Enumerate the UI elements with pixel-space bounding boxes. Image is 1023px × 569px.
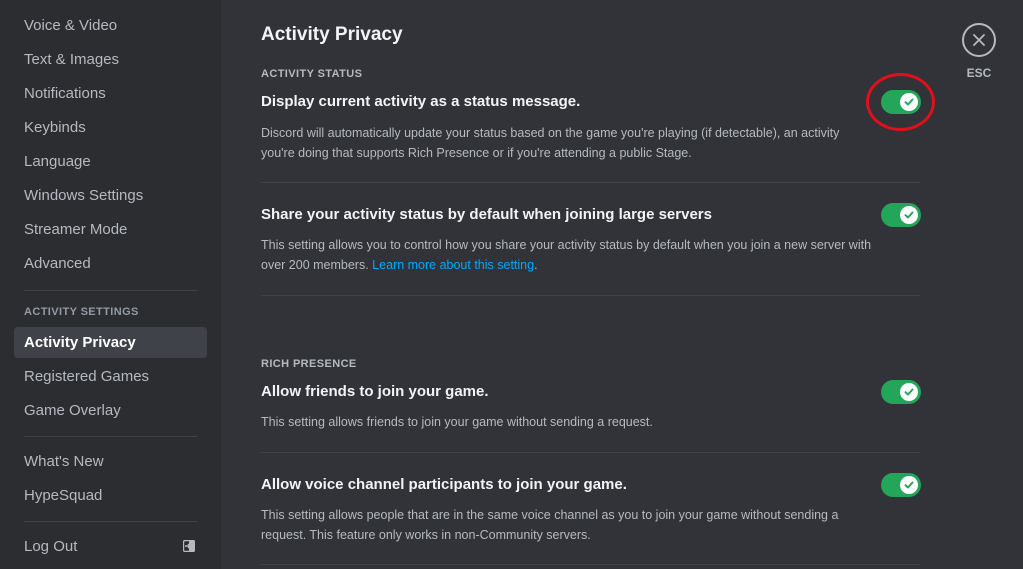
sidebar-item-activity-privacy[interactable]: Activity Privacy: [14, 327, 207, 358]
setting-title-voice-join: Allow voice channel participants to join…: [261, 476, 627, 493]
toggle-knob: [900, 383, 918, 401]
sidebar-item-label: Text & Images: [24, 51, 120, 68]
setting-title-share-activity: Share your activity status by default wh…: [261, 206, 712, 223]
sidebar-item-text-images[interactable]: Text & Images: [14, 44, 207, 75]
sidebar-item-advanced[interactable]: Advanced: [14, 248, 207, 279]
share-activity-toggle[interactable]: [881, 203, 921, 227]
section-header-rich-presence: RICH PRESENCE: [261, 358, 357, 370]
setting-title-display-activity: Display current activity as a status mes…: [261, 93, 581, 110]
sidebar-item-label: Windows Settings: [24, 187, 144, 204]
sidebar-item-label: Log Out: [24, 538, 78, 555]
sidebar-section-header: ACTIVITY SETTINGS: [24, 306, 139, 318]
checkmark-icon: [904, 481, 914, 489]
friends-join-toggle[interactable]: [881, 380, 921, 404]
sidebar-item-language[interactable]: Language: [14, 146, 207, 177]
sidebar-item-whats-new[interactable]: What's New: [14, 446, 207, 477]
toggle-knob: [900, 476, 918, 494]
setting-title-friends-join: Allow friends to join your game.: [261, 383, 489, 400]
sidebar-item-label: Activity Privacy: [24, 334, 136, 351]
sidebar-divider: [24, 521, 197, 522]
setting-divider: [261, 182, 920, 183]
sidebar-item-label: Language: [24, 153, 91, 170]
sidebar-item-registered-games[interactable]: Registered Games: [14, 361, 207, 392]
sidebar-item-label: Advanced: [24, 255, 91, 272]
sidebar-divider: [24, 436, 197, 437]
settings-sidebar: Voice & Video Text & Images Notification…: [0, 0, 221, 569]
setting-desc-display-activity: Discord will automatically update your s…: [261, 126, 840, 160]
sidebar-item-voice-video[interactable]: Voice & Video: [14, 10, 207, 41]
checkmark-icon: [904, 388, 914, 396]
setting-desc-voice-join: This setting allows people that are in t…: [261, 508, 839, 542]
sidebar-item-label: Registered Games: [24, 368, 150, 385]
checkmark-icon: [904, 98, 914, 106]
setting-desc-share-activity: This setting allows you to control how y…: [261, 238, 872, 272]
checkmark-icon: [904, 211, 914, 219]
sidebar-item-keybinds[interactable]: Keybinds: [14, 112, 207, 143]
sidebar-divider: [24, 290, 197, 291]
setting-desc-friends-join: This setting allows friends to join your…: [261, 415, 653, 429]
esc-label: ESC: [966, 66, 992, 80]
sidebar-item-windows-settings[interactable]: Windows Settings: [14, 180, 207, 211]
close-button[interactable]: [962, 23, 996, 57]
sidebar-item-log-out[interactable]: Log Out: [14, 531, 207, 562]
logout-icon: [183, 540, 195, 552]
sidebar-item-label: Keybinds: [24, 119, 86, 136]
sidebar-item-label: HypeSquad: [24, 487, 103, 504]
setting-divider: [261, 295, 920, 296]
display-activity-toggle[interactable]: [881, 90, 921, 114]
sidebar-item-hypesquad[interactable]: HypeSquad: [14, 480, 207, 511]
toggle-knob: [900, 93, 918, 111]
voice-join-toggle[interactable]: [881, 473, 921, 497]
sidebar-item-streamer-mode[interactable]: Streamer Mode: [14, 214, 207, 245]
setting-divider: [261, 452, 920, 453]
page-title: Activity Privacy: [261, 24, 403, 45]
sidebar-item-label: Voice & Video: [24, 17, 118, 34]
sidebar-item-label: Game Overlay: [24, 402, 121, 419]
toggle-knob: [900, 206, 918, 224]
sidebar-item-game-overlay[interactable]: Game Overlay: [14, 395, 207, 426]
sidebar-item-label: Streamer Mode: [24, 221, 128, 238]
setting-divider: [261, 564, 920, 565]
sidebar-item-label: What's New: [24, 453, 104, 470]
settings-content: Activity Privacy ACTIVITY STATUS Display…: [221, 0, 1023, 569]
sidebar-item-notifications[interactable]: Notifications: [14, 78, 207, 109]
section-header-activity-status: ACTIVITY STATUS: [261, 68, 363, 80]
sidebar-item-label: Notifications: [24, 85, 106, 102]
learn-more-link[interactable]: Learn more about this setting: [372, 258, 534, 272]
close-icon: [973, 34, 985, 46]
